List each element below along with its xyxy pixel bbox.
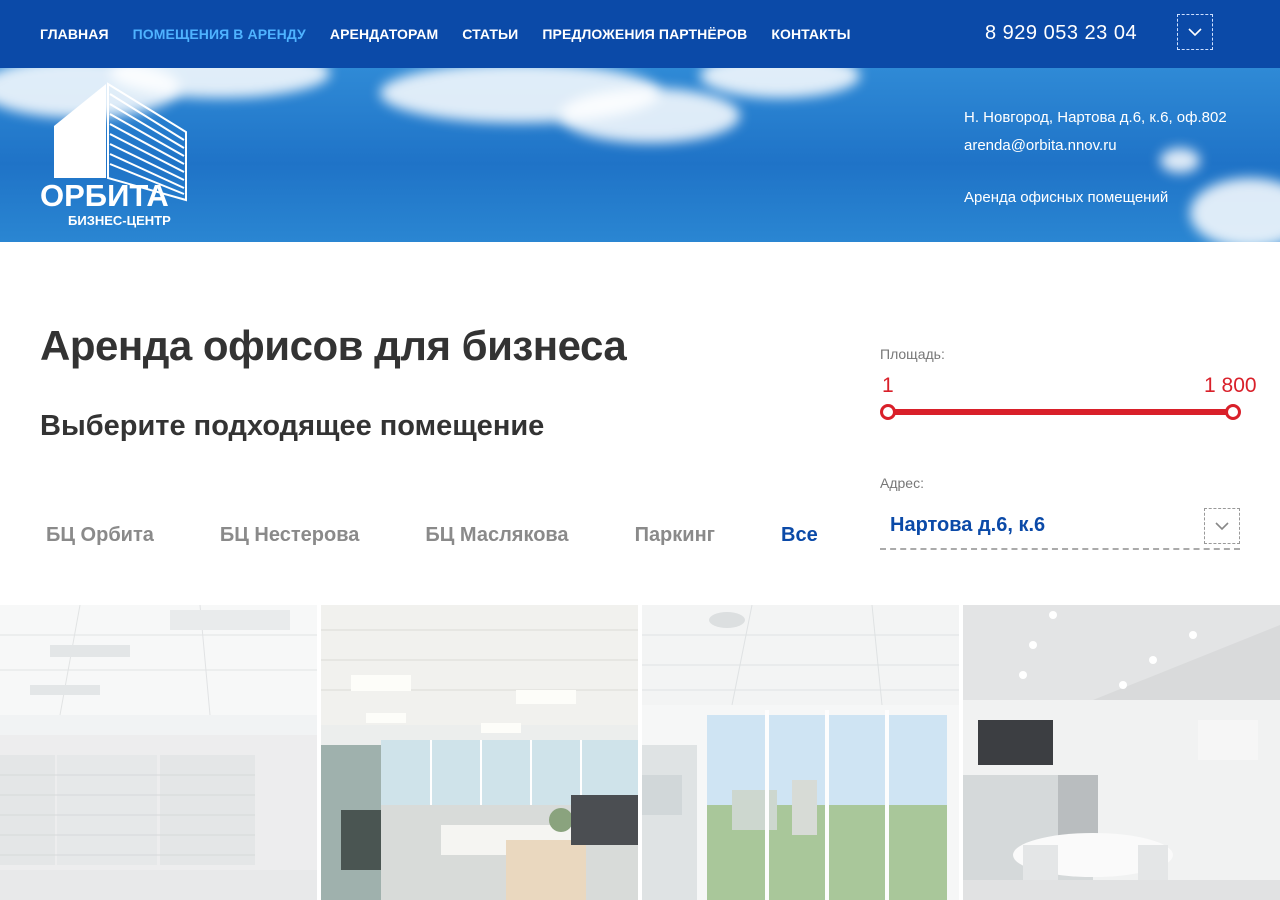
phone-link[interactable]: 8 929 053 23 04 — [985, 22, 1137, 45]
office-photo-image — [963, 605, 1280, 900]
cloud-decoration — [700, 68, 860, 98]
area-max-value: 1 800 — [1204, 374, 1257, 397]
area-max-handle[interactable] — [1225, 404, 1241, 420]
chevron-down-icon — [1188, 28, 1202, 37]
address-text: Н. Новгород, Нартова д.6, к.6, оф.802 — [964, 109, 1227, 126]
office-photo-image — [0, 605, 317, 900]
address-select-toggle[interactable] — [1204, 508, 1240, 544]
nav-item-articles[interactable]: СТАТЬИ — [462, 26, 518, 42]
logo-subtitle: БИЗНЕС-ЦЕНТР — [68, 213, 171, 228]
tab-maslyakova[interactable]: БЦ Маслякова — [425, 524, 568, 547]
menu-toggle-button[interactable] — [1177, 14, 1213, 50]
cloud-decoration — [560, 88, 740, 143]
nav-item-partners[interactable]: ПРЕДЛОЖЕНИЯ ПАРТНЁРОВ — [542, 26, 747, 42]
tab-nesterova[interactable]: БЦ Нестерова — [220, 524, 359, 547]
building-tabs: БЦ Орбита БЦ Нестерова БЦ Маслякова Парк… — [46, 524, 884, 547]
top-nav: ГЛАВНАЯ ПОМЕЩЕНИЯ В АРЕНДУ АРЕНДАТОРАМ С… — [0, 0, 1280, 68]
tab-orbita[interactable]: БЦ Орбита — [46, 524, 154, 547]
office-photo[interactable] — [963, 605, 1280, 900]
logo-title: ОРБИТА — [40, 178, 169, 213]
office-photo[interactable] — [642, 605, 959, 900]
nav-item-contacts[interactable]: КОНТАКТЫ — [771, 26, 850, 42]
office-photo[interactable] — [321, 605, 638, 900]
email-link[interactable]: arenda@orbita.nnov.ru — [964, 132, 1227, 160]
page-title: Аренда офисов для бизнеса — [40, 322, 627, 369]
address-select[interactable]: Нартова д.6, к.6 — [880, 506, 1240, 550]
office-photos-row — [0, 605, 1280, 900]
page-subtitle: Выберите подходящее помещение — [40, 410, 545, 442]
tab-parking[interactable]: Паркинг — [635, 524, 715, 547]
tab-all[interactable]: Все — [781, 524, 818, 547]
nav-item-rent[interactable]: ПОМЕЩЕНИЯ В АРЕНДУ — [133, 26, 306, 42]
nav-item-tenants[interactable]: АРЕНДАТОРАМ — [330, 26, 438, 42]
tagline-text: Аренда офисных помещений — [964, 189, 1169, 206]
building-logo-icon: ОРБИТА БИЗНЕС-ЦЕНТР — [40, 82, 187, 228]
area-min-handle[interactable] — [880, 404, 896, 420]
chevron-down-icon — [1215, 522, 1229, 531]
area-label: Площадь: — [880, 346, 945, 362]
address-label: Адрес: — [880, 475, 924, 491]
site-logo[interactable]: ОРБИТА БИЗНЕС-ЦЕНТР — [40, 82, 200, 232]
nav-item-home[interactable]: ГЛАВНАЯ — [40, 26, 109, 42]
office-photo[interactable] — [0, 605, 317, 900]
hero-banner: ОРБИТА БИЗНЕС-ЦЕНТР Н. Новгород, Нартова… — [0, 68, 1280, 242]
address-select-value: Нартова д.6, к.6 — [890, 514, 1046, 536]
office-photo-image — [321, 605, 638, 900]
office-photo-image — [642, 605, 959, 900]
nav-list: ГЛАВНАЯ ПОМЕЩЕНИЯ В АРЕНДУ АРЕНДАТОРАМ С… — [40, 26, 875, 42]
contacts-block: Н. Новгород, Нартова д.6, к.6, оф.802 ar… — [964, 104, 1227, 212]
area-min-value: 1 — [882, 374, 894, 397]
area-range-track[interactable] — [888, 409, 1233, 415]
